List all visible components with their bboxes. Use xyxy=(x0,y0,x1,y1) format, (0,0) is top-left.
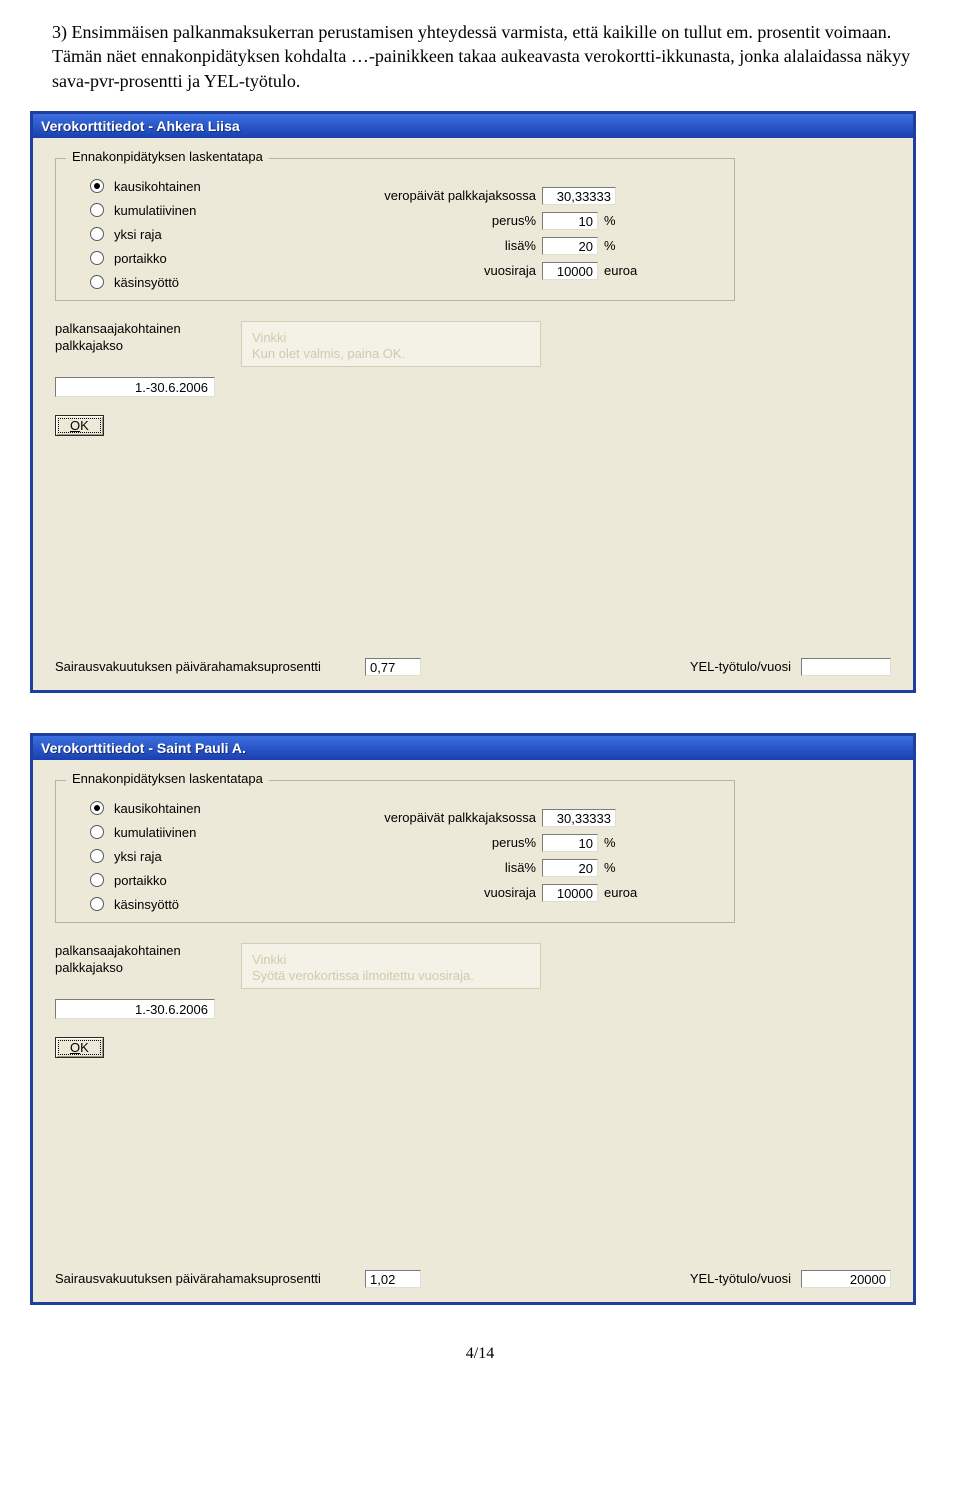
radio-label: käsinsyöttö xyxy=(114,275,179,290)
groupbox-legend: Ennakonpidätyksen laskentatapa xyxy=(66,149,269,164)
field-vuosiraja: vuosiraja 10000 euroa xyxy=(356,884,662,902)
field-label: vuosiraja xyxy=(356,885,536,900)
window-title: Verokorttitiedot - Ahkera Liisa xyxy=(33,114,913,138)
field-perus: perus% 10 % xyxy=(356,834,662,852)
calc-method-groupbox: Ennakonpidätyksen laskentatapa kausikoht… xyxy=(55,780,735,923)
lisa-input[interactable]: 20 xyxy=(542,859,598,877)
radio-icon xyxy=(90,227,104,241)
radio-icon xyxy=(90,825,104,839)
list-number: 3) xyxy=(52,22,67,42)
unit-label: % xyxy=(604,213,644,228)
page-number: 4/14 xyxy=(30,1345,930,1363)
vuosiraja-input[interactable]: 10000 xyxy=(542,884,598,902)
groupbox-legend: Ennakonpidätyksen laskentatapa xyxy=(66,771,269,786)
radio-label: kausikohtainen xyxy=(114,179,201,194)
field-perus: perus% 10 % xyxy=(356,212,662,230)
radio-icon xyxy=(90,849,104,863)
radio-label: kumulatiivinen xyxy=(114,825,196,840)
lisa-input[interactable]: 20 xyxy=(542,237,598,255)
unit-label: % xyxy=(604,860,644,875)
payperiod-input[interactable]: 1.-30.6.2006 xyxy=(55,999,215,1019)
hint-box: Vinkki Kun olet valmis, paina OK. xyxy=(241,321,541,367)
payperiod-label: palkansaajakohtainen palkkajakso xyxy=(55,321,225,355)
radio-label: yksi raja xyxy=(114,849,162,864)
vuosiraja-input[interactable]: 10000 xyxy=(542,262,598,280)
ok-button[interactable]: OK xyxy=(55,415,104,436)
ok-button[interactable]: OK xyxy=(55,1037,104,1058)
field-label: vuosiraja xyxy=(356,263,536,278)
taxcard-window-pauli: Verokorttitiedot - Saint Pauli A. Ennako… xyxy=(30,733,916,1305)
field-veropaivat: veropäivät palkkajaksossa 30,33333 xyxy=(356,809,662,827)
intro-text: Ensimmäisen palkanmaksukerran perustamis… xyxy=(52,22,910,91)
payperiod-input[interactable]: 1.-30.6.2006 xyxy=(55,377,215,397)
field-label: perus% xyxy=(356,213,536,228)
radio-label: käsinsyöttö xyxy=(114,897,179,912)
hint-title: Vinkki xyxy=(252,952,530,968)
radio-icon xyxy=(90,251,104,265)
intro-paragraph: 3) Ensimmäisen palkanmaksukerran perusta… xyxy=(52,20,930,93)
yel-input[interactable]: 20000 xyxy=(801,1270,891,1288)
yel-label: YEL-työtulo/vuosi xyxy=(690,659,791,674)
radio-label: kausikohtainen xyxy=(114,801,201,816)
field-lisa: lisä% 20 % xyxy=(356,859,662,877)
unit-label: % xyxy=(604,238,644,253)
sava-label: Sairausvakuutuksen päivärahamaksuprosent… xyxy=(55,659,355,674)
perus-input[interactable]: 10 xyxy=(542,834,598,852)
field-label: lisä% xyxy=(356,238,536,253)
taxcard-window-liisa: Verokorttitiedot - Ahkera Liisa Ennakonp… xyxy=(30,111,916,693)
radio-icon xyxy=(90,801,104,815)
veropaivat-input[interactable]: 30,33333 xyxy=(542,187,616,205)
unit-label: % xyxy=(604,835,644,850)
radio-icon xyxy=(90,873,104,887)
unit-label: euroa xyxy=(604,885,644,900)
hint-text: Kun olet valmis, paina OK. xyxy=(252,346,530,362)
field-label: veropäivät palkkajaksossa xyxy=(356,810,536,825)
yel-input[interactable] xyxy=(801,658,891,676)
perus-input[interactable]: 10 xyxy=(542,212,598,230)
hint-box: Vinkki Syötä verokortissa ilmoitettu vuo… xyxy=(241,943,541,989)
unit-label: euroa xyxy=(604,263,644,278)
field-label: perus% xyxy=(356,835,536,850)
field-label: veropäivät palkkajaksossa xyxy=(356,188,536,203)
payperiod-label: palkansaajakohtainen palkkajakso xyxy=(55,943,225,977)
radio-label: yksi raja xyxy=(114,227,162,242)
radio-icon xyxy=(90,179,104,193)
hint-title: Vinkki xyxy=(252,330,530,346)
radio-label: portaikko xyxy=(114,251,167,266)
radio-label: kumulatiivinen xyxy=(114,203,196,218)
field-vuosiraja: vuosiraja 10000 euroa xyxy=(356,262,662,280)
field-label: lisä% xyxy=(356,860,536,875)
veropaivat-input[interactable]: 30,33333 xyxy=(542,809,616,827)
radio-icon xyxy=(90,897,104,911)
sava-label: Sairausvakuutuksen päivärahamaksuprosent… xyxy=(55,1271,355,1286)
sava-input[interactable]: 1,02 xyxy=(365,1270,421,1288)
sava-input[interactable]: 0,77 xyxy=(365,658,421,676)
window-title: Verokorttitiedot - Saint Pauli A. xyxy=(33,736,913,760)
radio-icon xyxy=(90,203,104,217)
field-veropaivat: veropäivät palkkajaksossa 30,33333 xyxy=(356,187,662,205)
calc-method-groupbox: Ennakonpidätyksen laskentatapa kausikoht… xyxy=(55,158,735,301)
hint-text: Syötä verokortissa ilmoitettu vuosiraja. xyxy=(252,968,530,984)
field-lisa: lisä% 20 % xyxy=(356,237,662,255)
radio-icon xyxy=(90,275,104,289)
radio-label: portaikko xyxy=(114,873,167,888)
yel-label: YEL-työtulo/vuosi xyxy=(690,1271,791,1286)
